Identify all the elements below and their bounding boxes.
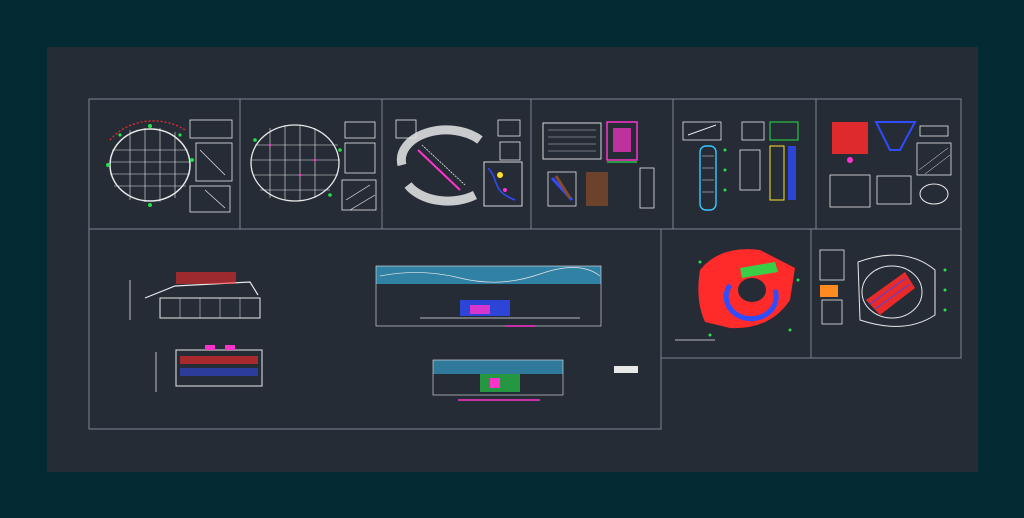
model-space-background	[47, 47, 978, 472]
title-block	[614, 366, 638, 373]
cad-drawing-canvas	[47, 47, 978, 472]
